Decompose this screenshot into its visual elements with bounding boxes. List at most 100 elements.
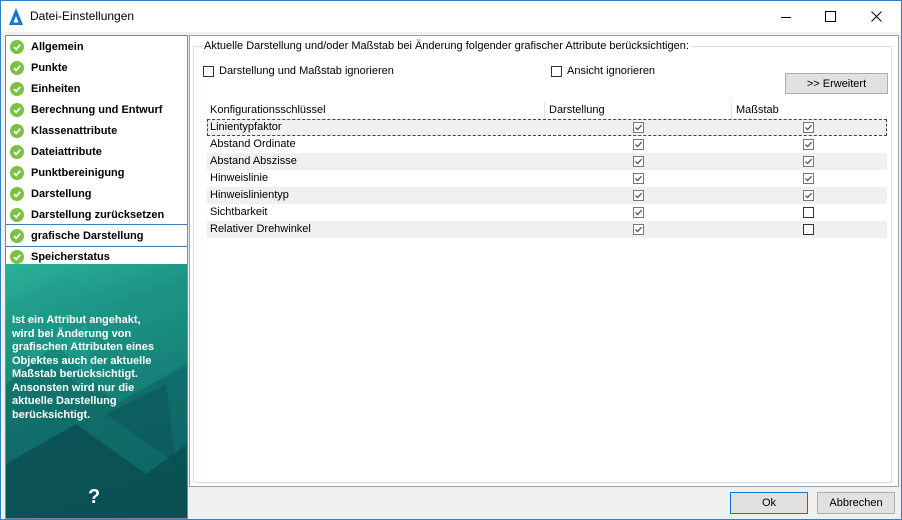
green-check-icon: [10, 165, 24, 180]
green-check-icon: [10, 81, 24, 96]
maximize-icon: [825, 11, 836, 22]
group-title: Aktuelle Darstellung und/oder Maßstab be…: [202, 40, 691, 52]
help-line: Maßstab berücksichtigt.: [12, 368, 138, 380]
row-key: Relativer Drehwinkel: [210, 223, 311, 235]
massstab-checkbox[interactable]: [803, 156, 814, 167]
column-header-massstab[interactable]: Maßstab: [736, 104, 779, 116]
sidebar-item[interactable]: Berechnung und Entwurf: [6, 99, 187, 120]
darstellung-checkbox[interactable]: [633, 190, 644, 201]
sidebar-item-label: Punktbereinigung: [31, 166, 125, 179]
dialog-window: Datei-Einstellungen Allgemein Punkte Einhe…: [0, 0, 902, 520]
attributes-table: Konfigurationsschlüssel Darstellung Maßs…: [207, 102, 887, 238]
ignore-both-label: Darstellung und Maßstab ignorieren: [219, 65, 394, 77]
cancel-button[interactable]: Abbrechen: [817, 492, 895, 514]
checkbox-box[interactable]: [203, 65, 214, 77]
close-button[interactable]: [854, 1, 899, 32]
row-key: Abstand Abszisse: [210, 155, 297, 167]
help-line: berücksichtigt.: [12, 408, 91, 421]
sidebar-item[interactable]: Allgemein: [6, 36, 187, 57]
darstellung-checkbox[interactable]: [633, 156, 644, 167]
settings-group: Aktuelle Darstellung und/oder Maßstab be…: [193, 40, 892, 483]
ok-button[interactable]: Ok: [730, 492, 808, 514]
sidebar-item-label: Allgemein: [31, 40, 84, 53]
massstab-checkbox[interactable]: [803, 190, 814, 201]
help-line: grafischen Attributen eines: [12, 341, 155, 353]
help-panel: Ist ein Attribut angehakt, wird bei Ände…: [6, 264, 187, 518]
massstab-checkbox[interactable]: [803, 207, 814, 218]
table-row[interactable]: Relativer Drehwinkel: [207, 221, 887, 238]
column-header-key[interactable]: Konfigurationsschlüssel: [210, 104, 326, 116]
green-check-icon: [10, 102, 24, 117]
checkbox-box[interactable]: [551, 65, 562, 77]
sidebar-item[interactable]: grafische Darstellung: [6, 224, 187, 247]
table-row[interactable]: Hinweislinientyp: [207, 187, 887, 204]
advanced-button[interactable]: >> Erweitert: [785, 73, 888, 94]
column-divider: [731, 102, 732, 119]
darstellung-checkbox[interactable]: [633, 207, 644, 218]
minimize-icon: [780, 16, 791, 18]
green-check-icon: [10, 144, 24, 159]
green-check-icon: [10, 39, 24, 54]
close-icon: [871, 11, 882, 22]
row-key: Hinweislinientyp: [210, 189, 289, 201]
table-row[interactable]: Hinweislinie: [207, 170, 887, 187]
help-line: Objektes auch der aktuelle: [12, 354, 152, 367]
sidebar-item[interactable]: Darstellung: [6, 183, 187, 204]
column-divider: [544, 102, 545, 119]
help-line: wird bei Änderung von: [12, 327, 132, 340]
green-check-icon: [10, 249, 24, 264]
massstab-checkbox[interactable]: [803, 122, 814, 133]
help-text: Ist ein Attribut angehakt, wird bei Ände…: [12, 314, 182, 422]
settings-sidebar: Allgemein Punkte Einheiten Berechnung und E…: [5, 35, 188, 519]
sidebar-item-label: Einheiten: [31, 82, 81, 95]
row-key: Linientypfaktor: [210, 121, 282, 133]
table-body: Linientypfaktor Abstand Ordinate Abstand A…: [207, 119, 887, 238]
sidebar-item[interactable]: Einheiten: [6, 78, 187, 99]
sidebar-item-label: Klassenattribute: [31, 124, 118, 137]
ignore-both-checkbox[interactable]: Darstellung und Maßstab ignorieren: [203, 65, 394, 77]
sidebar-item-label: Dateiattribute: [31, 145, 102, 158]
green-check-icon: [10, 123, 24, 138]
green-check-icon: [10, 228, 24, 243]
maximize-button[interactable]: [808, 1, 853, 32]
darstellung-checkbox[interactable]: [633, 173, 644, 184]
sidebar-item[interactable]: Darstellung zurücksetzen: [6, 204, 187, 225]
help-line: Ansonsten wird nur die: [12, 381, 135, 394]
sidebar-item-label: Speicherstatus: [31, 250, 110, 263]
sidebar-item[interactable]: Dateiattribute: [6, 141, 187, 162]
minimize-button[interactable]: [763, 1, 808, 32]
column-header-darstellung[interactable]: Darstellung: [549, 104, 605, 116]
green-check-icon: [10, 186, 24, 201]
massstab-checkbox[interactable]: [803, 224, 814, 235]
green-check-icon: [10, 207, 24, 222]
sidebar-item-label: Berechnung und Entwurf: [31, 103, 163, 116]
darstellung-checkbox[interactable]: [633, 122, 644, 133]
help-line: Ist ein Attribut angehakt,: [12, 314, 141, 326]
row-key: Hinweislinie: [210, 172, 269, 184]
sidebar-item-label: Darstellung: [31, 187, 92, 200]
table-row[interactable]: Abstand Ordinate: [207, 136, 887, 153]
table-row[interactable]: Linientypfaktor: [207, 119, 887, 136]
table-header: Konfigurationsschlüssel Darstellung Maßs…: [207, 102, 887, 119]
massstab-checkbox[interactable]: [803, 173, 814, 184]
title-bar: Datei-Einstellungen: [1, 1, 901, 32]
sidebar-item[interactable]: Punkte: [6, 57, 187, 78]
darstellung-checkbox[interactable]: [633, 139, 644, 150]
sidebar-item-label: Punkte: [31, 61, 68, 74]
massstab-checkbox[interactable]: [803, 139, 814, 150]
sidebar-item[interactable]: Punktbereinigung: [6, 162, 187, 183]
main-panel: Aktuelle Darstellung und/oder Maßstab be…: [189, 35, 899, 487]
row-key: Abstand Ordinate: [210, 138, 296, 150]
help-question-icon[interactable]: ?: [88, 486, 100, 509]
darstellung-checkbox[interactable]: [633, 224, 644, 235]
help-line: aktuelle Darstellung: [12, 395, 117, 407]
ignore-view-label: Ansicht ignorieren: [567, 65, 656, 77]
ignore-view-checkbox[interactable]: Ansicht ignorieren: [551, 65, 655, 77]
table-row[interactable]: Abstand Abszisse: [207, 153, 887, 170]
row-key: Sichtbarkeit: [210, 206, 268, 218]
green-check-icon: [10, 60, 24, 75]
sidebar-item-label: Darstellung zurücksetzen: [31, 208, 165, 221]
window-title: Datei-Einstellungen: [30, 9, 135, 23]
sidebar-item[interactable]: Klassenattribute: [6, 120, 187, 141]
table-row[interactable]: Sichtbarkeit: [207, 204, 887, 221]
